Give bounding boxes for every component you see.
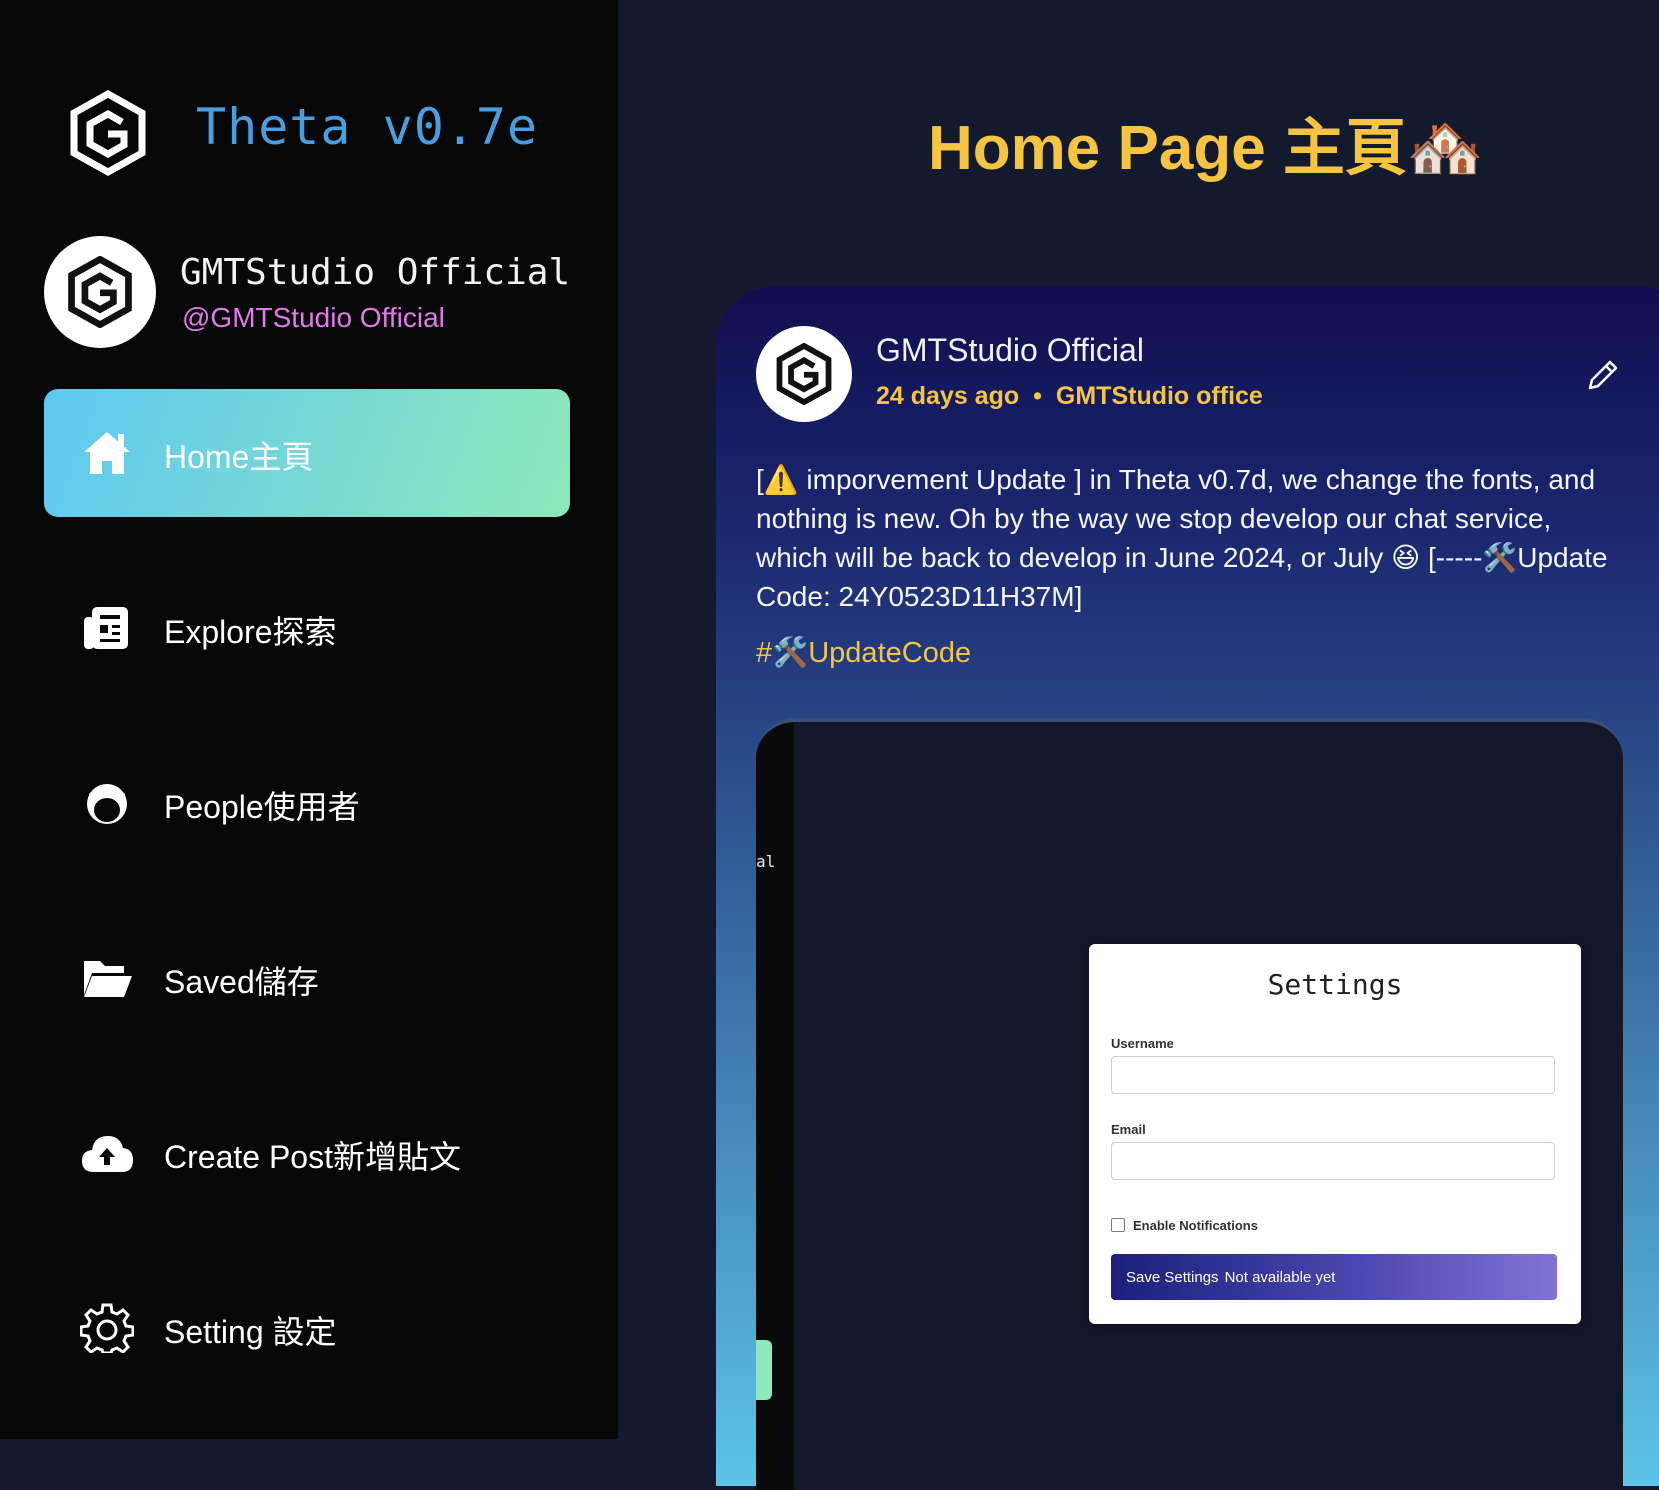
brand: Theta v0.7e	[70, 90, 537, 176]
username-label: Username	[1111, 1036, 1174, 1051]
save-button-label: Save Settings	[1126, 1268, 1219, 1286]
email-field[interactable]	[1111, 1142, 1555, 1180]
post-location: GMTStudio office	[1055, 382, 1263, 410]
post-card: GMTStudio Official 24 days ago • GMTStudio…	[716, 286, 1659, 1490]
gear-icon	[80, 1303, 134, 1353]
save-button-note: Not available yet	[1224, 1268, 1336, 1286]
pencil-edit-icon[interactable]	[1586, 358, 1620, 392]
sidebar-item-label: Setting 設定	[164, 1314, 337, 1350]
avatar[interactable]	[756, 326, 852, 422]
notifications-checkbox[interactable]	[1111, 1218, 1125, 1232]
profile-name: GMTStudio Official	[180, 252, 571, 293]
sidebar-item-people[interactable]: People使用者	[44, 739, 570, 867]
newspaper-icon	[84, 607, 128, 649]
user-face-icon	[87, 784, 127, 824]
sidebar-item-label: Saved儲存	[164, 964, 319, 1000]
post-meta: 24 days ago • GMTStudio office	[876, 382, 1263, 411]
email-label: Email	[1111, 1122, 1146, 1137]
home-icon	[84, 432, 130, 474]
post-time: 24 days ago	[876, 382, 1020, 410]
embed-sidebar-strip: al	[756, 722, 794, 1490]
folder-open-icon	[84, 961, 132, 997]
sidebar-nav: Home主頁 Explore探索 People使用者 Saved儲存 Creat…	[44, 389, 570, 1439]
sidebar-item-setting[interactable]: Setting 設定	[44, 1264, 570, 1392]
sidebar-item-create-post[interactable]: Create Post新增貼文	[44, 1089, 570, 1217]
username-field[interactable]	[1111, 1056, 1555, 1094]
save-settings-button[interactable]: Save Settings Not available yet	[1111, 1254, 1557, 1300]
app-title: Theta v0.7e	[196, 98, 539, 156]
sidebar: Theta v0.7e GMTStudio Official @GMTStudi…	[0, 0, 618, 1439]
sidebar-item-home[interactable]: Home主頁	[44, 389, 570, 517]
embed-active-marker	[756, 1340, 772, 1400]
sidebar-item-saved[interactable]: Saved儲存	[44, 914, 570, 1042]
avatar[interactable]	[44, 236, 156, 348]
notifications-label: Enable Notifications	[1133, 1218, 1258, 1233]
meta-separator: •	[1033, 382, 1042, 410]
sidebar-item-explore[interactable]: Explore探索	[44, 564, 570, 692]
settings-panel: Settings Username Email Enable Notificat…	[1089, 944, 1581, 1324]
sidebar-item-label: Explore探索	[164, 614, 337, 650]
gmt-logo-icon	[68, 256, 132, 328]
sidebar-item-label: People使用者	[164, 789, 360, 825]
embedded-preview: al Settings Username Email Enable Notifi…	[756, 718, 1623, 1490]
post-author[interactable]: GMTStudio Official	[876, 332, 1144, 369]
embed-strip-text: al	[756, 852, 776, 871]
gmt-logo-icon	[776, 343, 832, 405]
page-title: Home Page 主頁🏘️	[928, 114, 1485, 183]
profile-handle: @GMTStudio Official	[182, 302, 445, 333]
gmt-logo-icon	[70, 90, 146, 176]
settings-title: Settings	[1267, 968, 1403, 1001]
post-hashtag[interactable]: #🛠️UpdateCode	[756, 636, 971, 670]
sidebar-item-label: Create Post新增貼文	[164, 1139, 461, 1175]
profile[interactable]: GMTStudio Official @GMTStudio Official	[44, 236, 570, 348]
cloud-upload-icon	[82, 1136, 133, 1172]
post-body: [⚠️ imporvement Update ] in Theta v0.7d,…	[756, 464, 1608, 612]
sidebar-item-label: Home主頁	[164, 439, 314, 475]
